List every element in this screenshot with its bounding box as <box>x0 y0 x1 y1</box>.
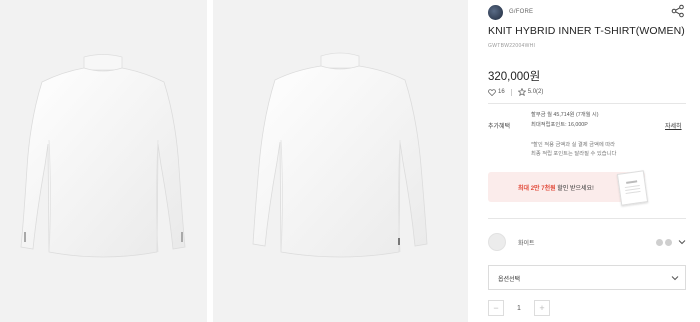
review-rating[interactable]: 5.0(2) <box>528 89 544 95</box>
benefit-note: *할인 적용 금액과 실 결제 금액에 따라 <box>531 142 615 148</box>
chevron-down-icon[interactable] <box>678 238 686 246</box>
installment-info: 할부금 월 45,714원 (7개월 시) <box>531 112 599 118</box>
benefit-detail-link[interactable]: 자세히 <box>665 121 682 130</box>
divider <box>488 103 686 104</box>
color-swatch[interactable] <box>665 239 672 246</box>
benefit-lines: 할부금 월 45,714원 (7개월 시) 최대적립포인트: 16,000P <box>531 110 599 130</box>
benefit-note: 최종 적립 포인트는 달라질 수 있습니다 <box>531 151 617 157</box>
benefit-notes: *할인 적용 금액과 실 결제 금액에 따라 최종 적립 포인트는 달라질 수 … <box>531 141 616 159</box>
sweater-front-illustration <box>20 54 186 258</box>
product-title: KNIT HYBRID INNER T-SHIRT(WOMEN) <box>488 25 685 37</box>
product-info-panel: G/FORE KNIT HYBRID INNER T-SHIRT(WOMEN) … <box>488 0 700 322</box>
brand[interactable]: G/FORE <box>488 3 533 21</box>
star-icon <box>517 88 526 96</box>
product-meta: 16 5.0(2) <box>488 88 543 96</box>
coupon-suffix: 할인 받으세요! <box>555 186 594 192</box>
color-swatch-selected[interactable] <box>488 233 506 251</box>
product-price: 320,000원 <box>488 71 541 83</box>
selected-color-name: 화이트 <box>518 241 535 247</box>
share-icon[interactable] <box>671 4 685 18</box>
product-image-back[interactable] <box>213 0 468 322</box>
wishlist-count: 16 <box>498 89 505 95</box>
quantity-value: 1 <box>517 304 521 312</box>
coupon-highlight: 최대 2만 7천원 <box>518 186 556 192</box>
coupon-text: 최대 2만 7천원 할인 받으세요! <box>518 183 594 192</box>
quantity-minus-button[interactable]: − <box>488 300 504 316</box>
brand-logo-icon <box>488 4 503 20</box>
max-points-info: 최대적립포인트: 16,000P <box>531 122 588 128</box>
option-select-label: 옵션선택 <box>498 277 521 283</box>
heart-icon[interactable] <box>488 88 496 96</box>
quantity-plus-button[interactable]: + <box>534 300 550 316</box>
product-code: GWTBW22004WHI <box>488 43 536 49</box>
color-swatch[interactable] <box>656 239 663 246</box>
divider <box>488 218 686 219</box>
benefit-label: 추가혜택 <box>488 124 511 130</box>
quantity-stepper: − 1 + <box>488 299 550 317</box>
product-image-front[interactable] <box>0 0 207 322</box>
chevron-down-icon <box>671 276 679 281</box>
divider <box>510 88 512 96</box>
option-select[interactable]: 옵션선택 <box>488 265 686 290</box>
color-selector: 화이트 <box>488 233 686 251</box>
brand-name[interactable]: G/FORE <box>509 9 533 15</box>
coupon-card-icon <box>616 170 649 206</box>
sweater-back-illustration <box>252 52 428 258</box>
